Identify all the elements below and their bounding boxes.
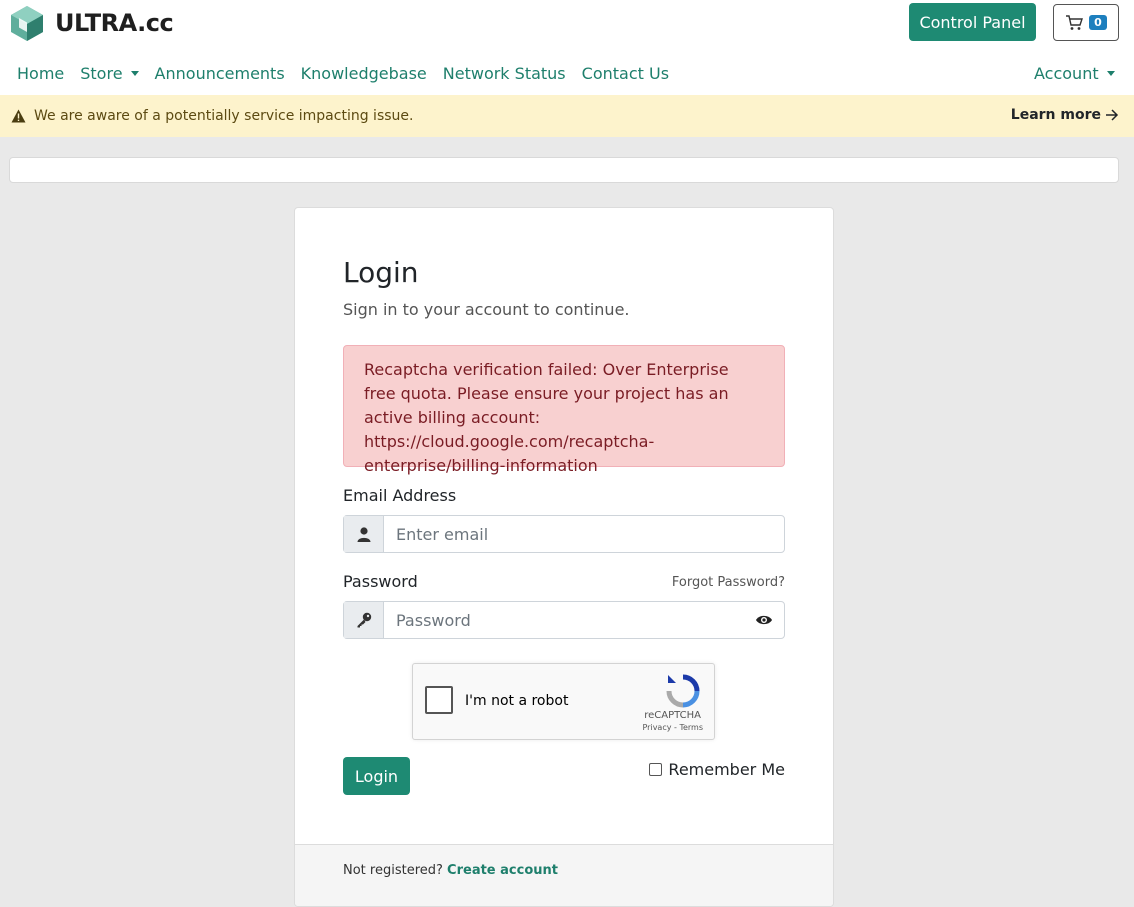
recaptcha-checkbox[interactable] <box>425 686 453 714</box>
nav-store[interactable]: Store <box>80 64 139 83</box>
register-prompt: Not registered? Create account <box>343 863 558 878</box>
warning-icon <box>11 109 26 123</box>
remember-me[interactable]: Remember Me <box>649 760 785 779</box>
control-panel-button[interactable]: Control Panel <box>909 3 1036 41</box>
nav-network-status[interactable]: Network Status <box>443 64 566 83</box>
chevron-down-icon <box>1106 71 1115 76</box>
eye-icon[interactable] <box>744 602 784 638</box>
recaptcha-widget: I'm not a robot reCAPTCHA Privacy - Term… <box>412 663 715 740</box>
main-nav: Home Store Announcements Knowledgebase N… <box>17 64 685 83</box>
account-menu[interactable]: Account <box>1034 64 1115 83</box>
recaptcha-label: I'm not a robot <box>465 693 569 709</box>
account-label: Account <box>1034 64 1099 83</box>
alert-message: We are aware of a potentially service im… <box>34 108 414 124</box>
learn-more-link[interactable]: Learn more <box>1011 107 1119 123</box>
forgot-password-link[interactable]: Forgot Password? <box>672 575 785 590</box>
remember-me-label: Remember Me <box>668 760 785 779</box>
brand-name: ULTRA.cc <box>55 9 174 37</box>
nav-knowledgebase[interactable]: Knowledgebase <box>301 64 427 83</box>
user-icon <box>344 516 384 552</box>
create-account-link[interactable]: Create account <box>447 863 558 878</box>
login-card: Login Sign in to your account to continu… <box>294 207 834 907</box>
nav-contact-us[interactable]: Contact Us <box>582 64 669 83</box>
chevron-down-icon <box>130 71 139 76</box>
login-button[interactable]: Login <box>343 757 410 795</box>
service-alert-banner: We are aware of a potentially service im… <box>0 95 1134 137</box>
password-field[interactable] <box>384 602 744 638</box>
cart-icon <box>1066 14 1084 30</box>
error-alert: Recaptcha verification failed: Over Ente… <box>343 345 785 475</box>
learn-more-label: Learn more <box>1010 107 1101 123</box>
email-field-group <box>343 515 785 553</box>
recaptcha-links[interactable]: Privacy - Terms <box>643 723 704 732</box>
page-title: Login <box>343 256 419 289</box>
remember-me-checkbox[interactable] <box>649 763 663 776</box>
nav-announcements[interactable]: Announcements <box>155 64 285 83</box>
cart-count-badge: 0 <box>1089 15 1107 30</box>
recaptcha-brand: reCAPTCHA <box>644 710 701 721</box>
brand-logo[interactable]: ULTRA.cc <box>9 3 174 43</box>
not-registered-text: Not registered? <box>343 863 443 878</box>
password-field-group <box>343 601 785 639</box>
page-subtitle: Sign in to your account to continue. <box>343 300 630 319</box>
nav-store-label: Store <box>80 64 123 83</box>
card-footer: Not registered? Create account <box>295 844 833 906</box>
recaptcha-icon <box>666 674 700 708</box>
arrow-right-icon <box>1106 109 1119 121</box>
breadcrumb <box>9 157 1119 183</box>
top-header: ULTRA.cc Control Panel 0 Home Store Anno… <box>0 0 1134 95</box>
email-field[interactable] <box>384 516 784 552</box>
cube-logo-icon <box>11 6 43 41</box>
cart-button[interactable]: 0 <box>1053 4 1119 41</box>
nav-home[interactable]: Home <box>17 64 64 83</box>
email-label: Email Address <box>343 486 457 505</box>
key-icon <box>344 602 384 638</box>
password-label: Password <box>343 572 418 591</box>
